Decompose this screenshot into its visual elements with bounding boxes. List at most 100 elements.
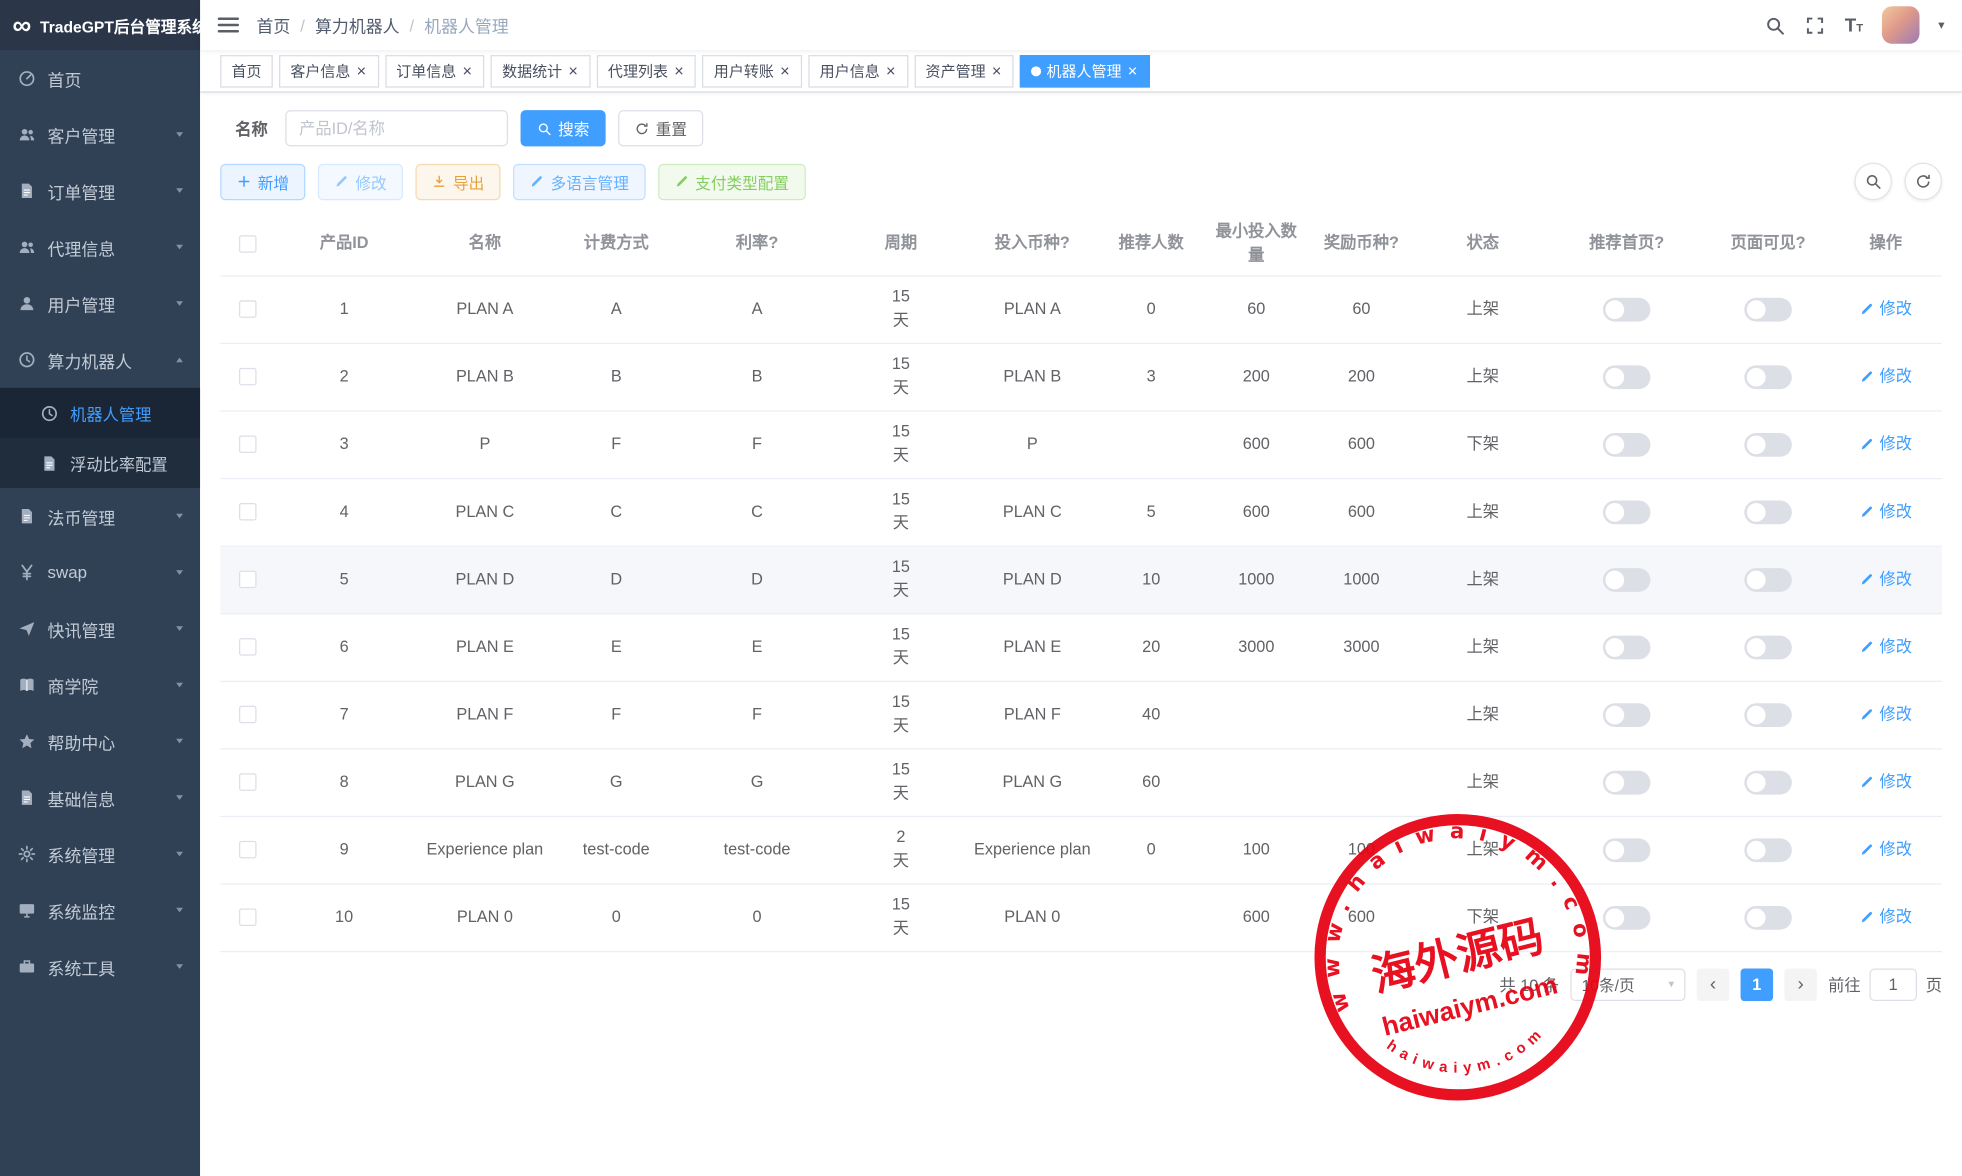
sidebar-item[interactable]: 算力机器人 ▾ — [0, 332, 200, 388]
close-icon[interactable]: × — [461, 63, 473, 79]
search-icon[interactable] — [1765, 14, 1786, 35]
select-all-checkbox[interactable] — [239, 235, 257, 253]
pay-type-config-button[interactable]: 支付类型配置 — [658, 163, 806, 199]
close-icon[interactable]: × — [355, 63, 367, 79]
sidebar-subitem[interactable]: 浮动比率配置 — [0, 438, 200, 488]
recommend-home-toggle[interactable] — [1603, 906, 1651, 930]
recommend-home-toggle[interactable] — [1603, 297, 1651, 321]
sidebar-item[interactable]: 快讯管理 ▾ — [0, 601, 200, 657]
page-visible-toggle[interactable] — [1744, 297, 1792, 321]
sidebar-item[interactable]: 商学院 ▾ — [0, 657, 200, 713]
page-visible-toggle[interactable] — [1744, 365, 1792, 389]
tab[interactable]: 订单信息 × — [385, 54, 485, 87]
search-input[interactable] — [285, 110, 508, 146]
sidebar-item[interactable]: 帮助中心 ▾ — [0, 713, 200, 769]
recommend-home-toggle[interactable] — [1603, 500, 1651, 524]
font-size-icon[interactable]: TT — [1845, 16, 1863, 35]
reset-button[interactable]: 重置 — [618, 110, 703, 146]
tab[interactable]: 首页 × — [220, 54, 273, 87]
row-edit-link[interactable]: 修改 — [1859, 568, 1912, 592]
hamburger-icon[interactable] — [218, 18, 239, 33]
tab[interactable]: 用户信息 × — [808, 54, 908, 87]
sidebar-subitem[interactable]: 机器人管理 — [0, 388, 200, 438]
row-checkbox[interactable] — [239, 774, 257, 792]
goto-page-input[interactable] — [1869, 968, 1917, 1001]
sidebar-item[interactable]: swap ▾ — [0, 544, 200, 600]
row-edit-link[interactable]: 修改 — [1859, 703, 1912, 727]
tab[interactable]: 客户信息 × — [279, 54, 379, 87]
sidebar-item[interactable]: 系统管理 ▾ — [0, 826, 200, 882]
edit-button[interactable]: 修改 — [318, 163, 403, 199]
close-icon[interactable]: × — [885, 63, 897, 79]
sidebar-item[interactable]: 系统工具 ▾ — [0, 938, 200, 994]
recommend-home-toggle[interactable] — [1603, 838, 1651, 862]
row-checkbox[interactable] — [239, 503, 257, 521]
row-edit-link[interactable]: 修改 — [1859, 298, 1912, 322]
fullscreen-icon[interactable] — [1805, 14, 1826, 35]
row-edit-link[interactable]: 修改 — [1859, 500, 1912, 524]
recommend-home-toggle[interactable] — [1603, 568, 1651, 592]
toggle-search-button[interactable] — [1854, 163, 1892, 201]
row-checkbox[interactable] — [239, 638, 257, 656]
recommend-home-toggle[interactable] — [1603, 703, 1651, 727]
recommend-home-toggle[interactable] — [1603, 770, 1651, 794]
tab[interactable]: 代理列表 × — [597, 54, 697, 87]
sidebar-item[interactable]: 系统监控 ▾ — [0, 882, 200, 938]
edit-icon — [1859, 505, 1874, 520]
row-checkbox[interactable] — [239, 436, 257, 454]
row-checkbox[interactable] — [239, 571, 257, 589]
sidebar-item[interactable]: 订单管理 ▾ — [0, 163, 200, 219]
recommend-home-toggle[interactable] — [1603, 365, 1651, 389]
page-visible-toggle[interactable] — [1744, 635, 1792, 659]
row-checkbox[interactable] — [239, 706, 257, 724]
sidebar-item[interactable]: 代理信息 ▾ — [0, 219, 200, 275]
sidebar-item[interactable]: 基础信息 ▾ — [0, 770, 200, 826]
row-checkbox[interactable] — [239, 368, 257, 386]
user-avatar[interactable] — [1882, 6, 1920, 44]
caret-down-icon[interactable]: ▾ — [1938, 18, 1944, 32]
row-edit-link[interactable]: 修改 — [1859, 365, 1912, 389]
table-body: 1 PLAN A A A 15 天 PLAN A 0 60 60 上架 — [220, 276, 1942, 952]
page-visible-toggle[interactable] — [1744, 906, 1792, 930]
search-button[interactable]: 搜索 — [521, 110, 606, 146]
tab[interactable]: 资产管理 × — [914, 54, 1014, 87]
page-visible-toggle[interactable] — [1744, 838, 1792, 862]
sidebar-item[interactable]: 法币管理 ▾ — [0, 488, 200, 544]
page-visible-toggle[interactable] — [1744, 433, 1792, 457]
row-edit-link[interactable]: 修改 — [1859, 635, 1912, 659]
page-number-button[interactable]: 1 — [1741, 968, 1774, 1001]
sidebar-item[interactable]: 首页 ▾ — [0, 50, 200, 106]
sidebar-item[interactable]: 客户管理 ▾ — [0, 106, 200, 162]
i18n-manage-button[interactable]: 多语言管理 — [513, 163, 645, 199]
sidebar-item[interactable]: 用户管理 ▾ — [0, 275, 200, 331]
recommend-home-toggle[interactable] — [1603, 635, 1651, 659]
row-edit-link[interactable]: 修改 — [1859, 771, 1912, 795]
row-checkbox[interactable] — [239, 841, 257, 859]
close-icon[interactable]: × — [991, 63, 1003, 79]
row-edit-link[interactable]: 修改 — [1859, 838, 1912, 862]
page-visible-toggle[interactable] — [1744, 568, 1792, 592]
breadcrumb-item[interactable]: 算力机器人 — [315, 13, 399, 38]
close-icon[interactable]: × — [1127, 63, 1139, 79]
row-edit-link[interactable]: 修改 — [1859, 433, 1912, 457]
row-checkbox[interactable] — [239, 909, 257, 927]
next-page-button[interactable]: › — [1784, 968, 1817, 1001]
row-checkbox[interactable] — [239, 301, 257, 319]
breadcrumb-item[interactable]: 首页 — [257, 13, 291, 38]
page-visible-toggle[interactable] — [1744, 770, 1792, 794]
close-icon[interactable]: × — [779, 63, 791, 79]
recommend-home-toggle[interactable] — [1603, 433, 1651, 457]
row-edit-link[interactable]: 修改 — [1859, 906, 1912, 930]
tab[interactable]: 机器人管理 × — [1020, 54, 1150, 87]
page-visible-toggle[interactable] — [1744, 500, 1792, 524]
add-button[interactable]: 新增 — [220, 163, 305, 199]
page-visible-toggle[interactable] — [1744, 703, 1792, 727]
export-button[interactable]: 导出 — [415, 163, 500, 199]
refresh-table-button[interactable] — [1904, 163, 1942, 201]
close-icon[interactable]: × — [567, 63, 579, 79]
prev-page-button[interactable]: ‹ — [1697, 968, 1730, 1001]
close-icon[interactable]: × — [673, 63, 685, 79]
page-size-select[interactable]: 10条/页 ▾ — [1570, 968, 1685, 1001]
tab[interactable]: 用户转账 × — [703, 54, 803, 87]
tab[interactable]: 数据统计 × — [491, 54, 591, 87]
